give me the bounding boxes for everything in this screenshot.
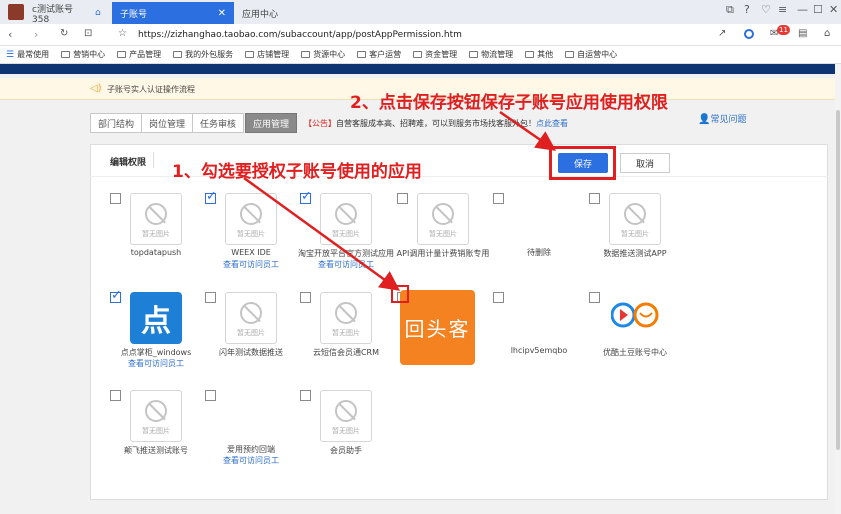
annotation-step1: 1、勾选要授权子账号使用的应用 (172, 162, 422, 182)
scrollbar-thumb[interactable] (836, 110, 840, 450)
arrow-to-save (499, 110, 557, 151)
arrow-to-checkbox (243, 176, 401, 291)
annotation-arrows (243, 110, 557, 303)
annotation-step2: 2、点击保存按钮保存子账号应用使用权限 (350, 93, 668, 113)
checkbox-highlight-box (391, 285, 409, 303)
